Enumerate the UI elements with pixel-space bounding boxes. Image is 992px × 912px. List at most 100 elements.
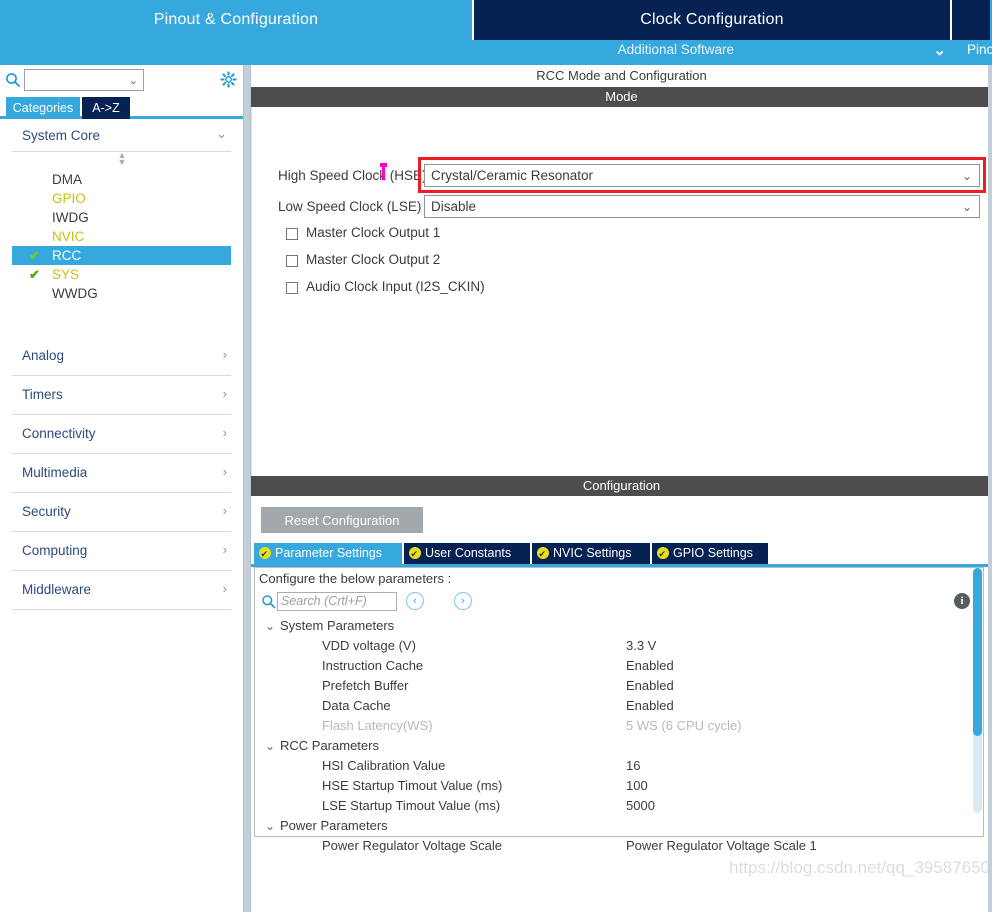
vertical-splitter[interactable] xyxy=(243,65,251,912)
sidebar-group-system-core[interactable]: System Core ⌄ xyxy=(12,122,231,152)
sidebar-group-computing[interactable]: Computing › xyxy=(12,532,231,571)
tab-label: NVIC Settings xyxy=(553,546,632,560)
check-circle-icon xyxy=(657,544,669,565)
chevron-down-icon: ⌄ xyxy=(961,200,972,214)
param-value[interactable]: Enabled xyxy=(626,698,674,713)
sidebar-item-rcc[interactable]: ✔ RCC xyxy=(12,246,231,265)
sidebar-group-middleware[interactable]: Middleware › xyxy=(12,571,231,610)
nav-forward-button[interactable]: › xyxy=(454,592,472,610)
tab-gpio-settings[interactable]: GPIO Settings xyxy=(652,543,768,565)
param-name: HSI Calibration Value xyxy=(322,758,446,773)
sidebar-item-gpio[interactable]: GPIO xyxy=(12,189,231,208)
param-group-row[interactable]: ⌄ Power Parameters xyxy=(256,817,978,837)
pinout-view-label[interactable]: Pino xyxy=(967,42,992,57)
hse-mode-value: Crystal/Ceramic Resonator xyxy=(431,168,594,183)
lse-mode-select[interactable]: Disable ⌄ xyxy=(424,195,980,218)
param-name: HSE Startup Timout Value (ms) xyxy=(322,778,503,793)
sidebar: ⌄ Categories A->Z System Core ⌄ ▲ ▼ DMA … xyxy=(0,65,243,912)
tab-parameter-settings[interactable]: Parameter Settings xyxy=(254,543,402,565)
param-row[interactable]: VDD voltage (V) 3.3 V xyxy=(256,637,978,657)
param-value[interactable]: 3.3 V xyxy=(626,638,656,653)
sidebar-group-label: Analog xyxy=(22,348,65,363)
configuration-section-header: Configuration xyxy=(251,476,992,496)
parameter-scrollbar[interactable] xyxy=(972,568,983,836)
param-value[interactable]: 100 xyxy=(626,778,648,793)
sidebar-group-analog[interactable]: Analog › xyxy=(12,337,231,376)
sidebar-item-iwdg[interactable]: IWDG xyxy=(12,208,231,227)
param-value[interactable]: 16 xyxy=(626,758,640,773)
check-icon: ✔ xyxy=(29,248,40,263)
param-value[interactable]: Enabled xyxy=(626,678,674,693)
checkbox-icon[interactable] xyxy=(286,228,298,240)
param-value: 5 WS (6 CPU cycle) xyxy=(626,718,742,733)
chevron-down-icon[interactable]: ⌄ xyxy=(265,619,275,633)
lse-label: Low Speed Clock (LSE) xyxy=(278,199,422,214)
reset-configuration-button[interactable]: Reset Configuration xyxy=(261,507,423,533)
param-row[interactable]: LSE Startup Timout Value (ms) 5000 xyxy=(256,797,978,817)
sidebar-item-sys[interactable]: ✔ SYS xyxy=(12,265,231,284)
sidebar-group-connectivity[interactable]: Connectivity › xyxy=(12,415,231,454)
tab-project-manager[interactable] xyxy=(950,0,990,40)
param-name: VDD voltage (V) xyxy=(322,638,416,653)
chevron-right-icon: › xyxy=(222,425,227,440)
info-icon[interactable]: i xyxy=(954,593,970,609)
tab-user-constants[interactable]: User Constants xyxy=(404,543,530,565)
sidebar-search-combobox[interactable]: ⌄ xyxy=(24,69,144,91)
parameter-settings-panel: Configure the below parameters : Search … xyxy=(254,567,984,853)
param-row[interactable]: Power Regulator Voltage Scale Power Regul… xyxy=(256,837,978,857)
sidebar-item-wwdg[interactable]: WWDG xyxy=(12,284,231,303)
chevron-right-icon: › xyxy=(222,464,227,479)
sidebar-group-label: Timers xyxy=(22,387,63,402)
param-group-label: Power Parameters xyxy=(280,818,388,833)
param-group-row[interactable]: ⌄ System Parameters xyxy=(256,617,978,637)
chevron-down-icon: ⌄ xyxy=(128,75,138,87)
sidebar-group-multimedia[interactable]: Multimedia › xyxy=(12,454,231,493)
sidebar-group-label: Security xyxy=(22,504,71,519)
checkbox-label: Audio Clock Input (I2S_CKIN) xyxy=(306,279,485,294)
check-circle-icon xyxy=(409,544,421,565)
text-caret-annotation xyxy=(380,163,387,180)
param-row[interactable]: Instruction Cache Enabled xyxy=(256,657,978,677)
tab-nvic-settings[interactable]: NVIC Settings xyxy=(532,543,650,565)
chevron-down-icon[interactable]: ⌄ xyxy=(933,41,946,59)
param-row[interactable]: HSI Calibration Value 16 xyxy=(256,757,978,777)
check-circle-icon xyxy=(259,544,271,565)
sidebar-item-nvic[interactable]: NVIC xyxy=(12,227,231,246)
sidebar-group-label: System Core xyxy=(22,128,101,143)
parameter-tree: ⌄ System Parameters VDD voltage (V) 3.3 V In… xyxy=(256,617,978,857)
scroll-spinner[interactable]: ▲ ▼ xyxy=(113,151,131,168)
param-row[interactable]: Prefetch Buffer Enabled xyxy=(256,677,978,697)
param-group-label: System Parameters xyxy=(280,618,395,633)
tab-clock-configuration[interactable]: Clock Configuration xyxy=(472,0,950,40)
param-value[interactable]: 5000 xyxy=(626,798,655,813)
checkbox-icon[interactable] xyxy=(286,255,298,267)
param-row[interactable]: Data Cache Enabled xyxy=(256,697,978,717)
nav-back-button[interactable]: ‹ xyxy=(406,592,424,610)
sidebar-item-label: GPIO xyxy=(52,191,86,206)
parameter-search-input[interactable]: Search (Crtl+F) xyxy=(277,592,397,611)
checkbox-icon[interactable] xyxy=(286,282,298,294)
additional-software-link[interactable]: Additional Software xyxy=(618,42,734,57)
hse-mode-select[interactable]: Crystal/Ceramic Resonator ⌄ xyxy=(424,164,980,187)
sidebar-group-security[interactable]: Security › xyxy=(12,493,231,532)
gear-icon[interactable] xyxy=(220,71,237,91)
chevron-right-icon: › xyxy=(222,581,227,596)
chevron-down-icon[interactable]: ⌄ xyxy=(265,739,275,753)
scrollbar-thumb[interactable] xyxy=(973,568,982,736)
param-name: LSE Startup Timout Value (ms) xyxy=(322,798,501,813)
param-row: Flash Latency(WS) 5 WS (6 CPU cycle) xyxy=(256,717,978,737)
param-name: Power Regulator Voltage Scale xyxy=(322,838,502,853)
lse-mode-value: Disable xyxy=(431,199,477,214)
tab-a-to-z[interactable]: A->Z xyxy=(82,97,130,119)
tab-pinout-configuration[interactable]: Pinout & Configuration xyxy=(0,0,472,40)
checkbox-label: Master Clock Output 1 xyxy=(306,225,441,240)
sidebar-item-dma[interactable]: DMA xyxy=(12,170,231,189)
param-row[interactable]: HSE Startup Timout Value (ms) 100 xyxy=(256,777,978,797)
tab-categories[interactable]: Categories xyxy=(6,97,80,119)
param-value[interactable]: Enabled xyxy=(626,658,674,673)
param-value[interactable]: Power Regulator Voltage Scale 1 xyxy=(626,838,817,853)
sidebar-tab-strip: Categories A->Z xyxy=(0,97,243,119)
param-group-row[interactable]: ⌄ RCC Parameters xyxy=(256,737,978,757)
chevron-down-icon[interactable]: ⌄ xyxy=(265,819,275,833)
sidebar-group-timers[interactable]: Timers › xyxy=(12,376,231,415)
